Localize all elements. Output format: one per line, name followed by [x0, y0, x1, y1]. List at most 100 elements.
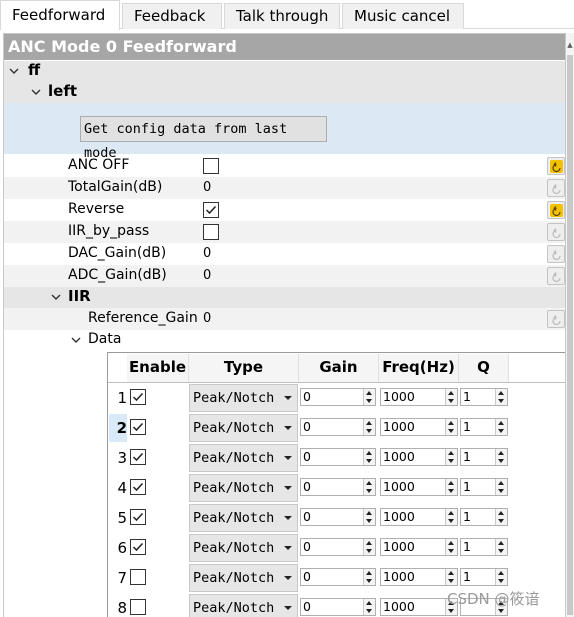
row-number[interactable]: 6	[109, 534, 127, 562]
freq-spinbox[interactable]: 1000	[380, 508, 458, 526]
dropdown-arrow-icon[interactable]	[284, 576, 292, 580]
spin-down-icon[interactable]	[448, 579, 454, 583]
vertical-scrollbar[interactable]: ▲	[566, 33, 574, 617]
enable-checkbox[interactable]	[130, 509, 146, 525]
filter-type-select[interactable]: Peak/Notch	[189, 594, 298, 617]
enable-checkbox[interactable]	[130, 389, 146, 405]
spin-down-icon[interactable]	[448, 429, 454, 433]
gain-spinbox[interactable]: 0	[300, 598, 376, 616]
q-spinbox[interactable]: 1	[460, 508, 508, 526]
tab-talk-through[interactable]: Talk through	[224, 3, 340, 29]
spin-down-icon[interactable]	[448, 489, 454, 493]
spin-buttons[interactable]	[495, 479, 507, 495]
spin-up-icon[interactable]	[366, 601, 372, 605]
spin-up-icon[interactable]	[498, 391, 504, 395]
freq-spinbox[interactable]: 1000	[380, 568, 458, 586]
spin-up-icon[interactable]	[498, 511, 504, 515]
spin-buttons[interactable]	[495, 569, 507, 585]
chevron-down-icon[interactable]	[50, 291, 62, 303]
gain-spinbox[interactable]: 0	[300, 448, 376, 466]
spin-up-icon[interactable]	[366, 421, 372, 425]
spin-up-icon[interactable]	[366, 541, 372, 545]
dropdown-arrow-icon[interactable]	[284, 426, 292, 430]
spin-buttons[interactable]	[445, 449, 457, 465]
spin-up-icon[interactable]	[448, 391, 454, 395]
spin-down-icon[interactable]	[366, 489, 372, 493]
revert-icon[interactable]	[547, 223, 565, 241]
revert-icon[interactable]	[547, 310, 565, 328]
spin-buttons[interactable]	[363, 509, 375, 525]
enable-checkbox[interactable]	[130, 419, 146, 435]
gain-spinbox[interactable]: 0	[300, 508, 376, 526]
spin-down-icon[interactable]	[366, 399, 372, 403]
filter-type-select[interactable]: Peak/Notch	[189, 474, 298, 502]
get-config-button[interactable]: Get config data from last mode	[80, 116, 327, 161]
dropdown-arrow-icon[interactable]	[284, 516, 292, 520]
spin-down-icon[interactable]	[498, 549, 504, 553]
gain-spinbox[interactable]: 0	[300, 388, 376, 406]
freq-spinbox[interactable]: 1000	[380, 448, 458, 466]
property-value[interactable]: 0	[203, 246, 211, 261]
row-number[interactable]: 8	[109, 594, 127, 617]
tab-feedback[interactable]: Feedback	[122, 3, 222, 29]
tree-node-iir[interactable]: IIR	[4, 287, 565, 308]
anc-off-checkbox[interactable]	[203, 158, 219, 174]
column-header-enable[interactable]: Enable	[127, 354, 189, 382]
spin-buttons[interactable]	[495, 509, 507, 525]
spin-down-icon[interactable]	[366, 579, 372, 583]
spin-up-icon[interactable]	[498, 421, 504, 425]
column-header-q[interactable]: Q	[459, 354, 509, 382]
tree-node-ff[interactable]: ff	[4, 61, 565, 81]
freq-spinbox[interactable]: 1000	[380, 418, 458, 436]
spin-buttons[interactable]	[495, 389, 507, 405]
reverse-checkbox[interactable]	[203, 202, 219, 218]
spin-down-icon[interactable]	[366, 429, 372, 433]
property-value[interactable]: 0	[203, 180, 211, 195]
freq-spinbox[interactable]: 1000	[380, 388, 458, 406]
chevron-down-icon[interactable]	[30, 86, 42, 98]
revert-icon[interactable]	[547, 179, 565, 197]
dropdown-arrow-icon[interactable]	[284, 456, 292, 460]
row-number[interactable]: 2	[109, 414, 127, 442]
enable-checkbox[interactable]	[130, 569, 146, 585]
gain-spinbox[interactable]: 0	[300, 478, 376, 496]
spin-down-icon[interactable]	[498, 459, 504, 463]
spin-up-icon[interactable]	[498, 481, 504, 485]
spin-buttons[interactable]	[363, 479, 375, 495]
scrollbar-thumb[interactable]	[567, 55, 573, 615]
row-number[interactable]: 3	[109, 444, 127, 472]
property-value[interactable]: 0	[203, 268, 211, 283]
enable-checkbox[interactable]	[130, 449, 146, 465]
spin-down-icon[interactable]	[366, 609, 372, 613]
spin-up-icon[interactable]	[448, 541, 454, 545]
revert-icon[interactable]	[547, 267, 565, 285]
revert-icon[interactable]	[547, 245, 565, 263]
spin-down-icon[interactable]	[448, 399, 454, 403]
spin-down-icon[interactable]	[448, 519, 454, 523]
spin-up-icon[interactable]	[498, 541, 504, 545]
chevron-down-icon[interactable]	[70, 334, 82, 346]
spin-buttons[interactable]	[363, 419, 375, 435]
spin-down-icon[interactable]	[498, 399, 504, 403]
spin-down-icon[interactable]	[498, 609, 504, 613]
gain-spinbox[interactable]: 0	[300, 568, 376, 586]
spin-up-icon[interactable]	[448, 571, 454, 575]
revert-icon[interactable]	[547, 157, 565, 175]
spin-up-icon[interactable]	[366, 481, 372, 485]
enable-checkbox[interactable]	[130, 599, 146, 615]
spin-buttons[interactable]	[495, 449, 507, 465]
iir-by-pass-checkbox[interactable]	[203, 224, 219, 240]
spin-buttons[interactable]	[445, 509, 457, 525]
filter-type-select[interactable]: Peak/Notch	[189, 384, 298, 412]
spin-down-icon[interactable]	[448, 609, 454, 613]
q-spinbox[interactable]: 1	[460, 418, 508, 436]
dropdown-arrow-icon[interactable]	[284, 606, 292, 610]
q-spinbox[interactable]: 1	[460, 388, 508, 406]
column-header-gain[interactable]: Gain	[299, 354, 379, 382]
spin-down-icon[interactable]	[366, 519, 372, 523]
spin-up-icon[interactable]	[366, 451, 372, 455]
dropdown-arrow-icon[interactable]	[284, 486, 292, 490]
spin-up-icon[interactable]	[498, 571, 504, 575]
spin-down-icon[interactable]	[498, 519, 504, 523]
spin-up-icon[interactable]	[366, 511, 372, 515]
